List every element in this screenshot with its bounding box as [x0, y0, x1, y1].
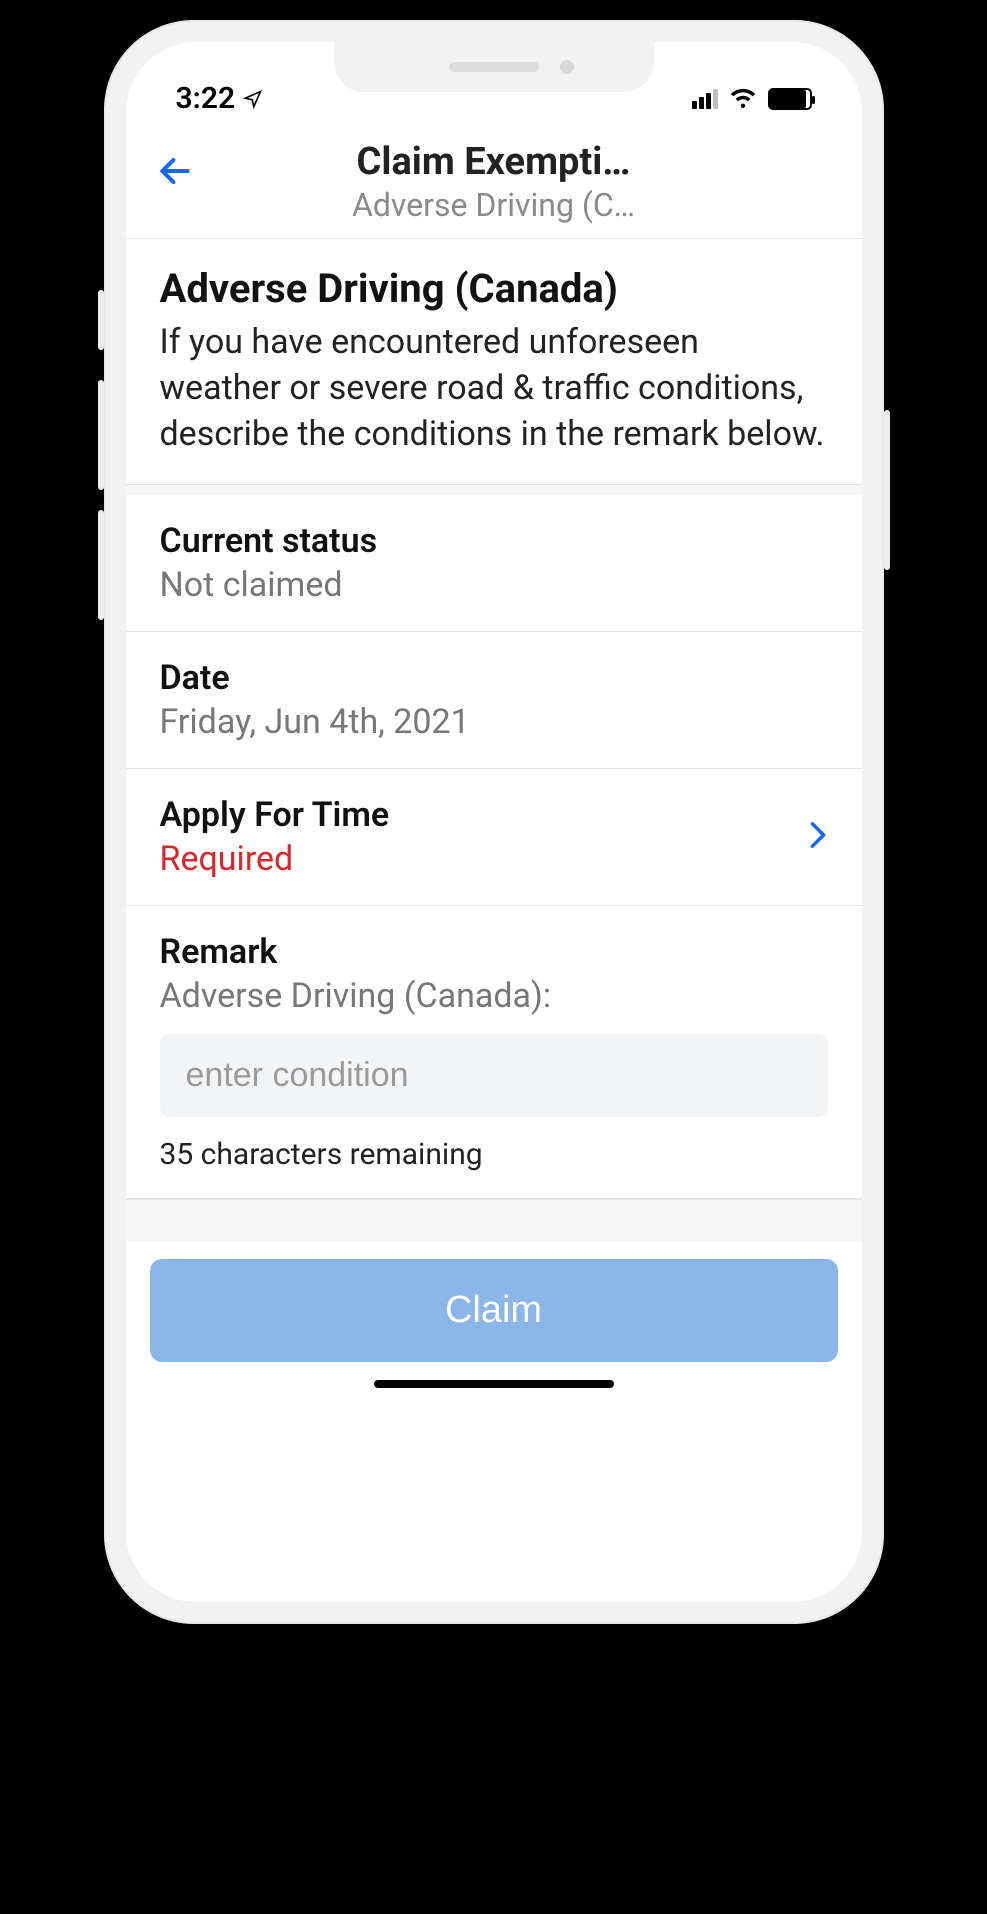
claim-button[interactable]: Claim: [150, 1259, 838, 1362]
side-button: [98, 510, 104, 620]
page-subtitle: Adverse Driving (C…: [214, 186, 774, 224]
screen: 3:22: [126, 42, 862, 1602]
front-camera: [560, 60, 574, 74]
phone-frame: 3:22: [104, 20, 884, 1624]
location-icon: [243, 89, 263, 109]
current-status-row: Current status Not claimed: [126, 495, 862, 632]
remark-input[interactable]: [160, 1034, 828, 1117]
chevron-right-icon: [808, 821, 828, 853]
wifi-icon: [728, 81, 758, 116]
remark-section: Remark Adverse Driving (Canada): 35 char…: [126, 906, 862, 1199]
intro-title: Adverse Driving (Canada): [160, 265, 828, 312]
back-button[interactable]: [156, 152, 194, 194]
side-button: [98, 290, 104, 350]
side-button: [884, 410, 890, 570]
spacer: [126, 1199, 862, 1241]
date-value: Friday, Jun 4th, 2021: [160, 702, 828, 742]
apply-time-label: Apply For Time: [160, 795, 390, 835]
status-right: [692, 81, 812, 116]
apply-for-time-row[interactable]: Apply For Time Required: [126, 769, 862, 906]
current-status-label: Current status: [160, 521, 828, 561]
current-status-value: Not claimed: [160, 565, 828, 605]
home-indicator[interactable]: [374, 1380, 614, 1388]
battery-icon: [768, 88, 812, 110]
date-row: Date Friday, Jun 4th, 2021: [126, 632, 862, 769]
speaker-grill: [449, 62, 539, 72]
side-button: [98, 380, 104, 490]
intro-description: If you have encountered unforeseen weath…: [160, 320, 828, 458]
nav-titles: Claim Exempti… Adverse Driving (C…: [154, 140, 834, 224]
status-left: 3:22: [176, 81, 264, 116]
cellular-signal-icon: [692, 89, 718, 109]
intro-section: Adverse Driving (Canada) If you have enc…: [126, 239, 862, 485]
remark-label: Remark: [160, 932, 828, 972]
remark-sublabel: Adverse Driving (Canada):: [160, 976, 828, 1016]
notch: [334, 42, 654, 92]
apply-time-value: Required: [160, 839, 390, 879]
clock-time: 3:22: [176, 81, 236, 116]
arrow-left-icon: [156, 152, 194, 190]
characters-remaining: 35 characters remaining: [160, 1137, 828, 1172]
nav-header: Claim Exempti… Adverse Driving (C…: [126, 122, 862, 239]
date-label: Date: [160, 658, 828, 698]
page-title: Claim Exempti…: [214, 140, 774, 184]
footer: Claim: [126, 1241, 862, 1418]
